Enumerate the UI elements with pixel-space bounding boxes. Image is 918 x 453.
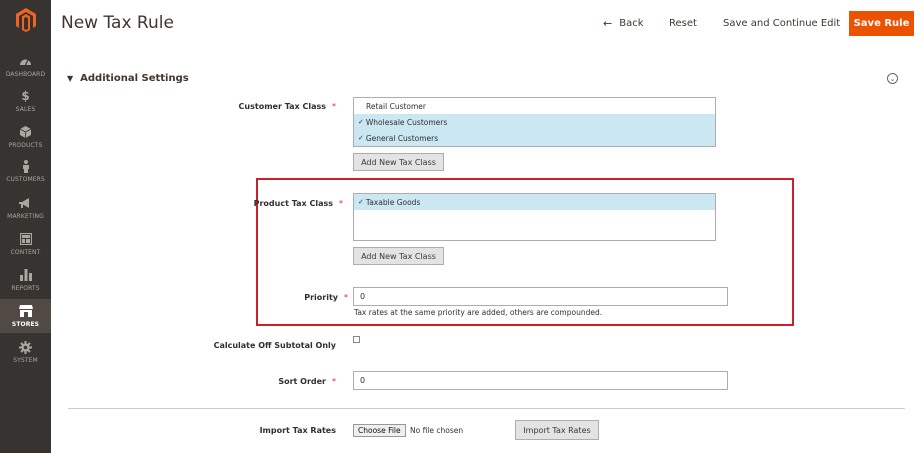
collapse-icon[interactable]: ⌄ — [887, 73, 898, 84]
checkmark-icon: ✓ — [358, 118, 364, 126]
no-file-chosen-text: No file chosen — [410, 426, 464, 435]
priority-label: Priority * — [148, 293, 348, 302]
admin-sidebar: DASHBOARD $ SALES PRODUCTS CUSTOMERS MAR… — [0, 0, 51, 453]
arrow-left-icon: ← — [603, 17, 613, 30]
priority-label-text: Priority — [304, 293, 338, 302]
product-tax-class-label: Product Tax Class * — [143, 199, 343, 208]
sidebar-item-label: STORES — [11, 321, 40, 328]
sidebar-item-label: REPORTS — [11, 285, 40, 292]
layout-icon — [19, 232, 33, 246]
megaphone-icon — [19, 196, 33, 210]
add-customer-tax-class-button[interactable]: Add New Tax Class — [353, 153, 444, 171]
customer-tax-class-label-text: Customer Tax Class — [238, 102, 326, 111]
option-general-customers[interactable]: ✓ General Customers — [354, 130, 715, 146]
option-label: Wholesale Customers — [365, 117, 448, 127]
priority-input[interactable]: 0 — [353, 287, 728, 306]
option-wholesale-customers[interactable]: ✓ Wholesale Customers — [354, 114, 715, 130]
dollar-icon: $ — [21, 89, 30, 103]
gear-icon — [19, 340, 33, 354]
sidebar-item-label: MARKETING — [7, 213, 44, 220]
sort-order-label: Sort Order * — [136, 377, 336, 386]
sidebar-item-label: SALES — [15, 106, 36, 113]
option-label: Taxable Goods — [365, 197, 421, 207]
dashboard-icon — [19, 54, 33, 68]
calc-off-subtotal-label: Calculate Off Subtotal Only — [213, 341, 336, 350]
sidebar-item-label: DASHBOARD — [5, 71, 46, 78]
triangle-down-icon: ▼ — [67, 74, 74, 83]
option-taxable-goods[interactable]: ✓ Taxable Goods — [354, 194, 715, 210]
sidebar-item-stores[interactable]: STORES — [0, 299, 51, 333]
option-label: Retail Customer — [366, 101, 427, 111]
required-marker: * — [332, 102, 336, 111]
sidebar-item-customers[interactable]: CUSTOMERS — [0, 158, 51, 184]
bar-chart-icon — [19, 268, 33, 282]
magento-logo-icon[interactable] — [0, 0, 51, 40]
sidebar-item-label: CUSTOMERS — [6, 176, 45, 183]
save-rule-button[interactable]: Save Rule — [849, 11, 914, 36]
sidebar-item-content[interactable]: CONTENT — [0, 231, 51, 257]
product-tax-class-label-text: Product Tax Class — [253, 199, 333, 208]
reset-button[interactable]: Reset — [669, 11, 697, 36]
cube-icon — [19, 125, 33, 139]
sidebar-item-label: SYSTEM — [13, 357, 38, 364]
sidebar-item-products[interactable]: PRODUCTS — [0, 124, 51, 150]
import-tax-rates-button[interactable]: Import Tax Rates — [515, 420, 599, 440]
sort-order-label-text: Sort Order — [278, 377, 326, 386]
option-label: General Customers — [365, 133, 439, 143]
back-button[interactable]: ← Back — [603, 11, 644, 36]
sidebar-item-label: CONTENT — [10, 249, 41, 256]
sidebar-item-dashboard[interactable]: DASHBOARD — [0, 53, 51, 79]
back-button-label: Back — [619, 18, 644, 29]
customer-tax-class-multiselect[interactable]: Retail Customer ✓ Wholesale Customers ✓ … — [353, 97, 716, 147]
sidebar-item-sales[interactable]: $ SALES — [0, 88, 51, 114]
required-marker: * — [344, 293, 348, 302]
required-marker: * — [339, 199, 343, 208]
store-icon — [18, 304, 33, 318]
sidebar-item-label: PRODUCTS — [8, 142, 43, 149]
sidebar-item-marketing[interactable]: MARKETING — [0, 195, 51, 221]
section-toggle-additional-settings[interactable]: ▼ Additional Settings — [67, 73, 189, 84]
priority-note: Tax rates at the same priority are added… — [354, 308, 603, 317]
sidebar-item-reports[interactable]: REPORTS — [0, 267, 51, 293]
person-icon — [19, 159, 33, 173]
required-marker: * — [332, 377, 336, 386]
choose-file-button[interactable]: Choose File — [353, 424, 406, 437]
save-and-continue-button[interactable]: Save and Continue Edit — [723, 11, 840, 36]
sort-order-input[interactable]: 0 — [353, 371, 728, 390]
checkmark-icon: ✓ — [358, 198, 364, 206]
calc-off-subtotal-checkbox[interactable] — [353, 336, 360, 343]
checkmark-icon: ✓ — [358, 134, 364, 142]
divider — [68, 408, 905, 409]
import-tax-rates-label: Import Tax Rates — [259, 426, 336, 435]
sidebar-item-system[interactable]: SYSTEM — [0, 339, 51, 365]
page-title: New Tax Rule — [61, 13, 174, 33]
add-product-tax-class-button[interactable]: Add New Tax Class — [353, 247, 444, 265]
option-retail-customer[interactable]: Retail Customer — [354, 98, 715, 114]
product-tax-class-multiselect[interactable]: ✓ Taxable Goods — [353, 193, 716, 241]
section-title: Additional Settings — [80, 73, 189, 84]
customer-tax-class-label: Customer Tax Class * — [136, 102, 336, 111]
